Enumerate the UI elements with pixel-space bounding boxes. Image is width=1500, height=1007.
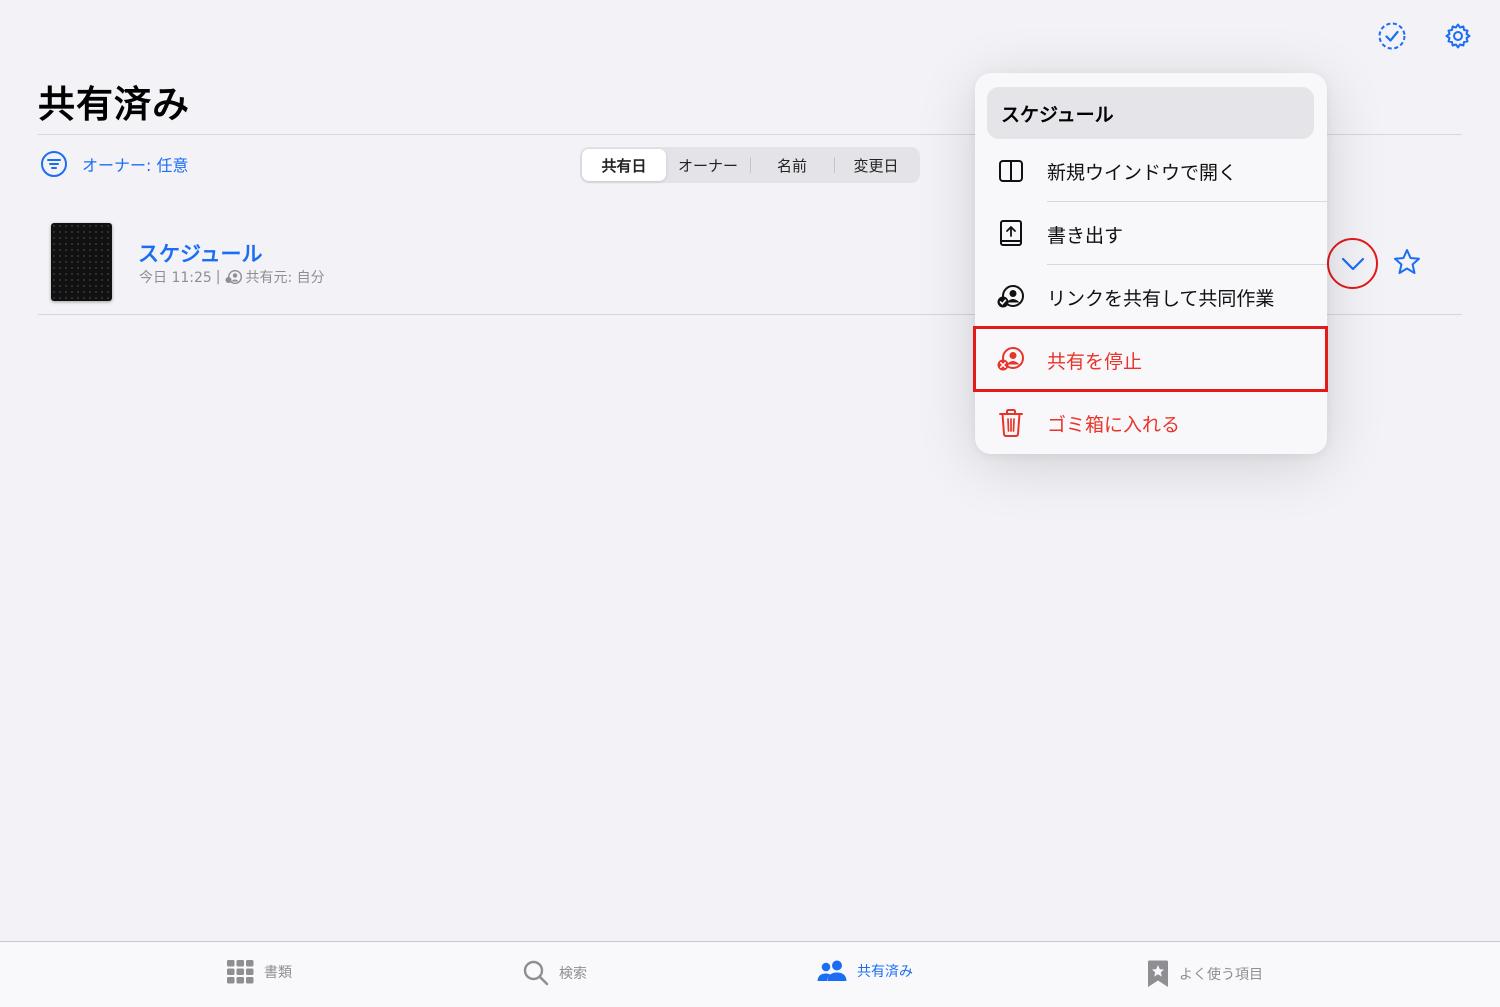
document-thumbnail[interactable] <box>51 223 112 301</box>
menu-divider <box>1047 201 1327 202</box>
sort-name[interactable]: 名前 <box>750 149 834 181</box>
grid-icon <box>227 960 254 984</box>
split-window-icon <box>999 160 1023 182</box>
menu-item-label: 書き出す <box>1047 224 1124 247</box>
menu-open-new-window[interactable]: 新規ウインドウで開く <box>975 140 1327 202</box>
document-name[interactable]: スケジュール <box>138 238 263 268</box>
star-icon <box>1394 249 1420 274</box>
tab-search[interactable]: 検索 <box>523 960 587 986</box>
menu-item-label: リンクを共有して共同作業 <box>1047 287 1275 310</box>
menu-item-label: 新規ウインドウで開く <box>1047 161 1238 184</box>
document-date: 今日 11:25 <box>139 270 212 286</box>
tab-documents[interactable]: 書類 <box>227 960 292 984</box>
checkmark-circle-dashed-icon <box>1378 22 1406 50</box>
bookmark-star-icon <box>1148 960 1168 987</box>
owner-filter[interactable]: オーナー: 任意 <box>40 150 188 178</box>
menu-export[interactable]: 書き出す <box>975 203 1327 265</box>
meta-separator: | <box>215 269 221 285</box>
select-button[interactable] <box>1376 20 1408 52</box>
sort-owner[interactable]: オーナー <box>666 149 750 181</box>
filter-lines-icon <box>41 151 67 177</box>
page-title: 共有済み <box>38 83 190 126</box>
tab-favorites[interactable]: よく使う項目 <box>1147 960 1263 988</box>
menu-item-label: ゴミ箱に入れる <box>1047 413 1181 436</box>
settings-button[interactable] <box>1442 20 1474 52</box>
sort-modified-date[interactable]: 変更日 <box>834 149 918 181</box>
favorite-button[interactable] <box>1392 247 1422 281</box>
chevron-down-icon <box>1341 257 1364 270</box>
people-icon <box>817 960 847 981</box>
context-menu: スケジュール 新規ウインドウで開く 書き出す リンクを共有して共同作業 共有を停… <box>975 73 1327 454</box>
document-meta: 今日 11:25 | 共有元: 自分 <box>139 267 325 287</box>
tab-bar: 書類 検索 共有済み よく使う項目 <box>0 941 1500 1007</box>
menu-move-to-trash[interactable]: ゴミ箱に入れる <box>975 392 1327 454</box>
menu-title: スケジュール <box>987 87 1314 139</box>
collaborate-person-icon <box>997 285 1024 308</box>
tab-shared[interactable]: 共有済み <box>817 960 913 982</box>
gear-icon <box>1445 23 1471 49</box>
tab-label: 検索 <box>559 966 587 982</box>
magnifier-icon <box>523 960 549 986</box>
sort-shared-date[interactable]: 共有日 <box>582 149 666 181</box>
tab-label: 共有済み <box>857 964 913 980</box>
trash-icon <box>999 409 1023 437</box>
document-shared-by: 共有元: 自分 <box>245 270 325 286</box>
menu-item-label: 共有を停止 <box>1047 350 1143 373</box>
menu-stop-sharing[interactable]: 共有を停止 <box>975 329 1327 391</box>
owner-filter-label: オーナー: 任意 <box>82 156 189 175</box>
menu-divider <box>1047 264 1327 265</box>
more-options-button[interactable] <box>1327 238 1378 289</box>
sort-segmented-control: 共有日 オーナー 名前 変更日 <box>580 147 920 183</box>
tab-label: よく使う項目 <box>1179 967 1263 983</box>
export-book-icon <box>1000 220 1022 246</box>
shared-person-icon <box>225 270 242 284</box>
stop-sharing-person-icon <box>997 347 1024 371</box>
tab-label: 書類 <box>264 965 292 981</box>
menu-divider <box>975 327 1327 328</box>
menu-share-link-collaborate[interactable]: リンクを共有して共同作業 <box>975 266 1327 328</box>
top-toolbar <box>1376 20 1474 52</box>
